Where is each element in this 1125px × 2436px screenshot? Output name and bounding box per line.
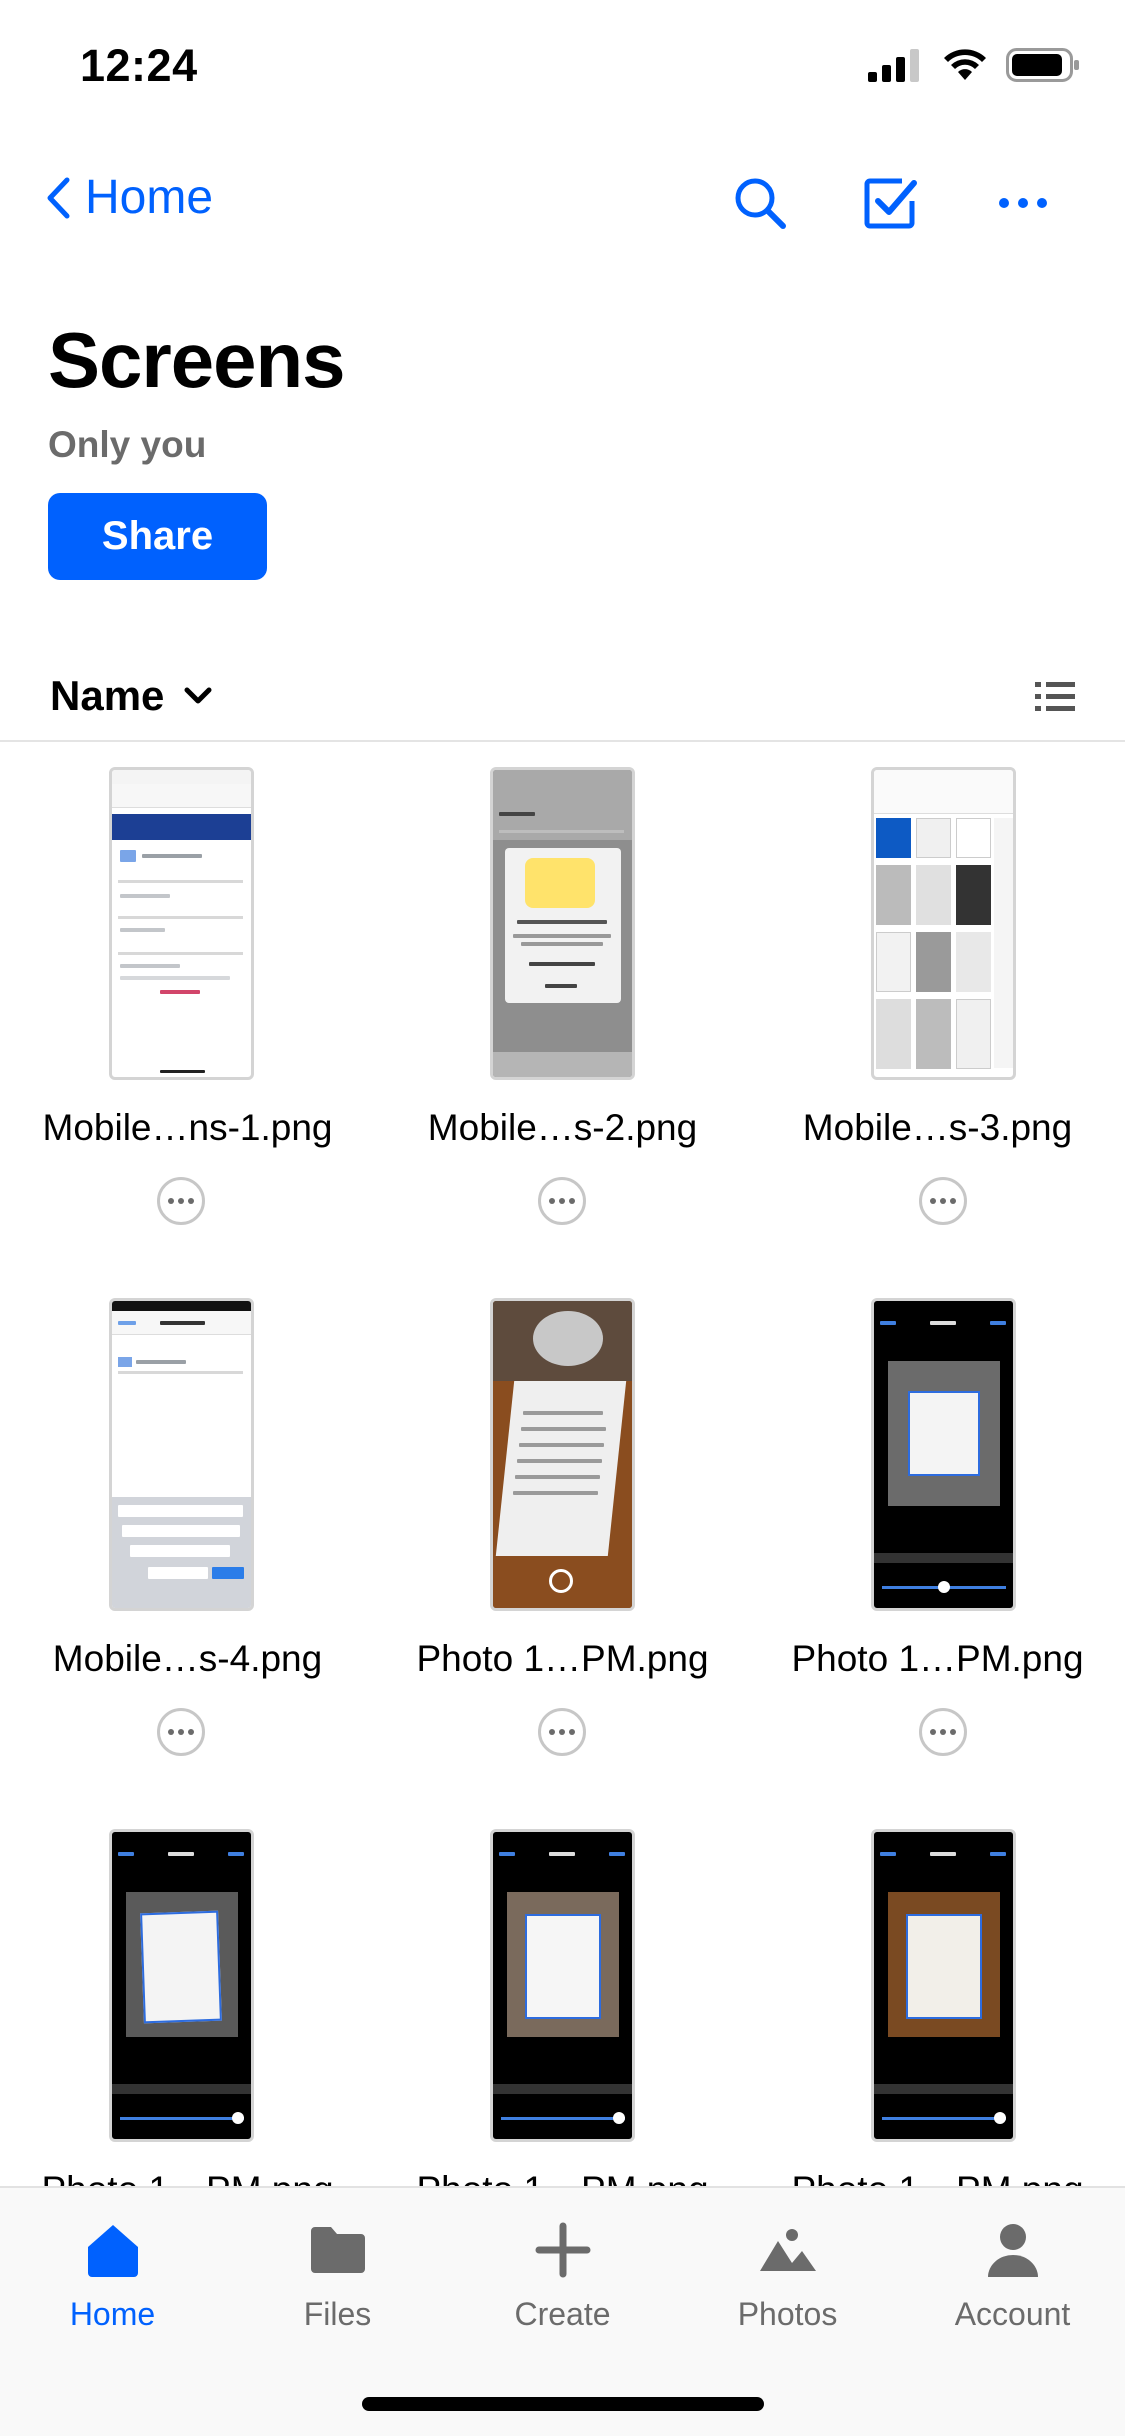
file-tile[interactable]: Photo 1…PM.png <box>375 1293 750 1824</box>
back-button[interactable]: Home <box>45 170 213 225</box>
sort-by-name-dropdown[interactable]: Name <box>50 672 212 720</box>
wifi-icon <box>944 49 986 80</box>
file-thumbnail <box>109 1298 254 1611</box>
file-thumbnail <box>490 1829 635 2142</box>
file-more-button[interactable] <box>538 1708 586 1756</box>
tab-home[interactable]: Home <box>0 2210 225 2350</box>
tab-photos[interactable]: Photos <box>675 2210 900 2350</box>
search-icon <box>735 178 786 229</box>
file-more-button[interactable] <box>919 1708 967 1756</box>
file-thumbnail <box>871 1298 1016 1611</box>
file-name: Mobile…s-2.png <box>427 1107 698 1148</box>
home-indicator[interactable] <box>362 2397 764 2411</box>
home-icon <box>87 2225 138 2277</box>
cellular-signal-icon <box>868 49 919 82</box>
file-grid: Mobile…ns-1.png Mobile…s-2.png Mobile…s-… <box>0 762 1125 2186</box>
file-name: Mobile…s-3.png <box>802 1107 1073 1148</box>
select-button[interactable] <box>855 168 925 238</box>
sort-label: Name <box>50 672 165 719</box>
file-name: Photo 1…PM.png <box>750 2169 1125 2186</box>
file-tile[interactable]: Mobile…ns-1.png <box>0 762 375 1293</box>
folder-icon <box>310 2227 365 2273</box>
chevron-left-icon <box>47 177 70 218</box>
file-tile[interactable]: Photo 1…PM.png <box>750 1293 1125 1824</box>
folder-title: Screens <box>48 316 346 404</box>
status-bar: 12:24 <box>0 0 1125 135</box>
account-icon <box>987 2224 1038 2277</box>
tab-account[interactable]: Account <box>900 2210 1125 2350</box>
file-name: Photo 1…PM.png <box>416 1638 709 1679</box>
list-view-icon <box>1035 682 1075 711</box>
search-button[interactable] <box>725 168 795 238</box>
file-tile[interactable]: Photo 1…PM.png <box>750 1824 1125 2186</box>
checkbox-icon <box>864 178 917 229</box>
file-name: Photo 1…PM.png <box>0 2169 375 2186</box>
file-name: Mobile…ns-1.png <box>42 1107 333 1148</box>
status-icons <box>868 48 1080 82</box>
plus-icon <box>535 2222 590 2278</box>
file-tile[interactable]: Mobile…s-4.png <box>0 1293 375 1824</box>
file-thumbnail <box>871 1829 1016 2142</box>
file-more-button[interactable] <box>538 1177 586 1225</box>
navigation-bar: Home <box>0 150 1125 250</box>
sharing-status: Only you <box>48 424 207 465</box>
file-thumbnail <box>109 767 254 1080</box>
tab-label: Files <box>303 2296 372 2332</box>
status-time: 12:24 <box>80 40 198 91</box>
battery-icon <box>1006 48 1079 82</box>
tab-files[interactable]: Files <box>225 2210 450 2350</box>
tab-label: Home <box>69 2296 156 2332</box>
file-thumbnail <box>109 1829 254 2142</box>
file-tile[interactable]: Photo 1…PM.png <box>0 1824 375 2186</box>
file-more-button[interactable] <box>157 1177 205 1225</box>
list-view-button[interactable] <box>1025 672 1085 722</box>
file-thumbnail <box>490 767 635 1080</box>
file-more-button[interactable] <box>157 1708 205 1756</box>
more-options-button[interactable] <box>988 168 1058 238</box>
tab-label: Create <box>514 2296 611 2332</box>
file-name: Photo 1…PM.png <box>375 2169 750 2186</box>
file-thumbnail <box>490 1298 635 1611</box>
photos-icon <box>759 2229 816 2271</box>
tab-label: Account <box>954 2296 1071 2332</box>
file-name: Mobile…s-4.png <box>52 1638 323 1679</box>
file-name: Photo 1…PM.png <box>791 1638 1084 1679</box>
file-more-button[interactable] <box>919 1177 967 1225</box>
file-tile[interactable]: Photo 1…PM.png <box>375 1824 750 2186</box>
tab-create[interactable]: Create <box>450 2210 675 2350</box>
file-tile[interactable]: Mobile…s-2.png <box>375 762 750 1293</box>
chevron-down-icon <box>184 687 212 704</box>
tab-label: Photos <box>737 2296 838 2332</box>
share-button[interactable]: Share <box>48 493 267 580</box>
file-thumbnail <box>871 767 1016 1080</box>
file-tile[interactable]: Mobile…s-3.png <box>750 762 1125 1293</box>
ellipsis-icon <box>999 198 1047 208</box>
back-label: Home <box>85 171 214 224</box>
sort-bar: Name <box>0 660 1125 742</box>
